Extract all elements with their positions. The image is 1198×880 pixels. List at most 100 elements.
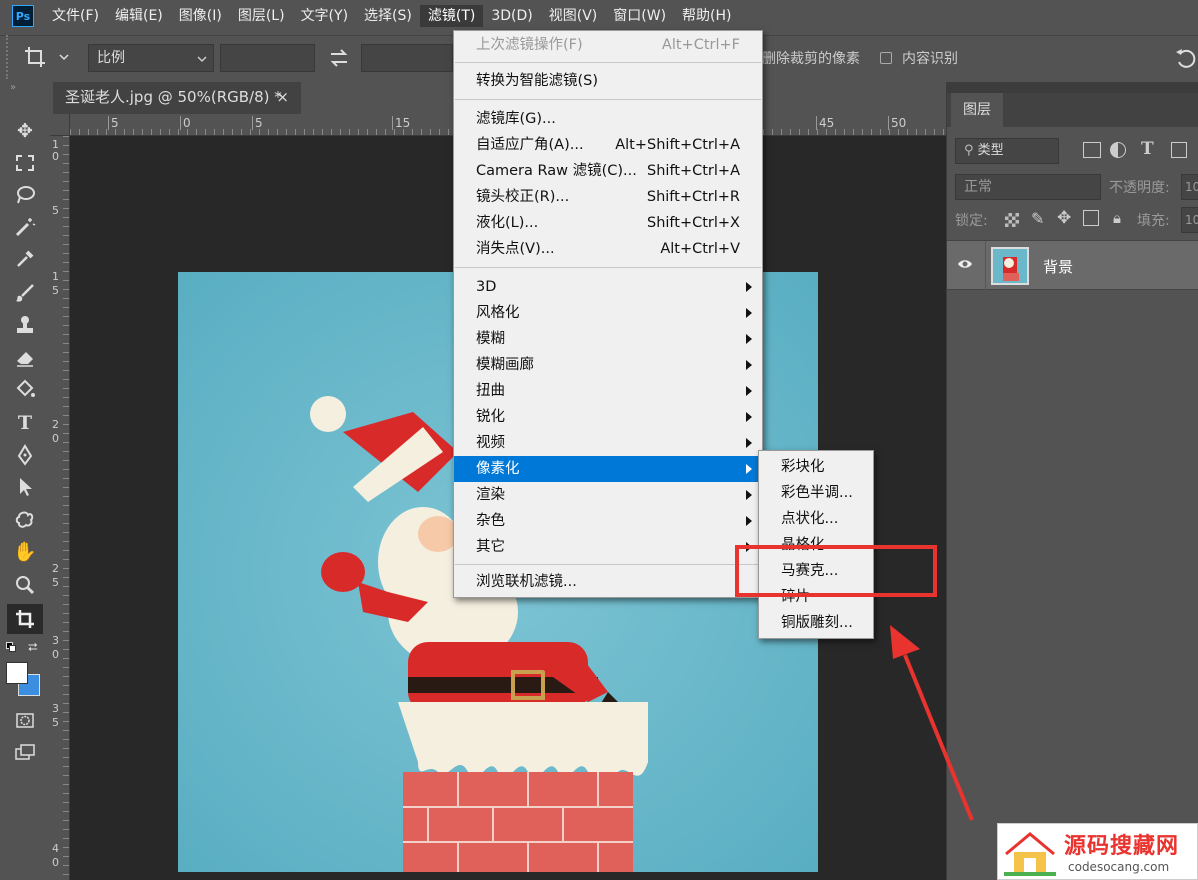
menu-item-vanishing-point[interactable]: 消失点(V)... Alt+Ctrl+V: [454, 236, 762, 262]
ruler-tick: 2: [52, 562, 59, 575]
hand-tool-icon[interactable]: ✋: [12, 538, 38, 564]
lock-position-icon[interactable]: ✥: [1057, 208, 1071, 228]
lock-brush-icon[interactable]: ✎: [1031, 209, 1044, 228]
menu-item-browse-filters-online[interactable]: 浏览联机滤镜...: [454, 569, 762, 595]
menu-layer[interactable]: 图层(L): [230, 5, 293, 27]
screen-mode-icon[interactable]: [12, 739, 38, 765]
submenu-item-pointillize[interactable]: 点状化...: [759, 506, 873, 532]
reset-icon[interactable]: [1174, 46, 1198, 70]
menu-item-other[interactable]: 其它: [454, 534, 762, 560]
filter-pixel-icon[interactable]: [1083, 142, 1101, 158]
menu-item-shortcut: Shift+Ctrl+X: [647, 215, 740, 231]
content-aware-checkbox[interactable]: [880, 52, 892, 64]
menu-image[interactable]: 图像(I): [171, 5, 230, 27]
crop-tool-icon[interactable]: [7, 604, 43, 634]
menu-item-last-filter[interactable]: 上次滤镜操作(F) Alt+Ctrl+F: [454, 32, 762, 58]
menu-item-shortcut: Shift+Ctrl+A: [647, 163, 740, 179]
submenu-item-facet[interactable]: 彩块化: [759, 454, 873, 480]
type-tool-icon[interactable]: T: [12, 410, 38, 436]
ruler-tick: 15: [392, 116, 410, 130]
pen-tool-icon[interactable]: [12, 442, 38, 468]
ruler-tick: 5: [52, 204, 59, 217]
menu-item-liquify[interactable]: 液化(L)... Shift+Ctrl+X: [454, 210, 762, 236]
menu-item-video[interactable]: 视频: [454, 430, 762, 456]
menu-help[interactable]: 帮助(H): [674, 5, 739, 27]
eraser-tool-icon[interactable]: [12, 344, 38, 370]
menu-item-lens-correction[interactable]: 镜头校正(R)... Shift+Ctrl+R: [454, 184, 762, 210]
fill-input[interactable]: 10: [1181, 207, 1198, 233]
submenu-arrow-icon: [746, 360, 752, 370]
close-tab-icon[interactable]: ×: [276, 82, 289, 112]
filter-adjustment-icon[interactable]: [1110, 142, 1126, 158]
submenu-arrow-icon: [746, 464, 752, 474]
height-input[interactable]: [361, 44, 453, 72]
eyedropper-tool-icon[interactable]: [12, 246, 38, 272]
menu-item-blur[interactable]: 模糊: [454, 326, 762, 352]
width-input[interactable]: [220, 44, 315, 72]
menu-item-label: 液化(L)...: [476, 215, 539, 231]
menu-item-distort[interactable]: 扭曲: [454, 378, 762, 404]
menu-item-stylize[interactable]: 风格化: [454, 300, 762, 326]
content-aware-label[interactable]: 内容识别: [902, 48, 958, 68]
menu-item-convert-smart-filter[interactable]: 转换为智能滤镜(S): [454, 68, 762, 94]
submenu-item-mezzotint[interactable]: 铜版雕刻...: [759, 610, 873, 636]
ratio-select[interactable]: 比例: [88, 44, 214, 72]
brush-tool-icon[interactable]: [12, 280, 38, 306]
eye-icon[interactable]: [957, 258, 973, 274]
delete-cropped-pixels-label[interactable]: 删除裁剪的像素: [762, 48, 860, 68]
marquee-tool-icon[interactable]: [12, 150, 38, 176]
quick-mask-icon[interactable]: [12, 707, 38, 733]
menu-item-render[interactable]: 渲染: [454, 482, 762, 508]
lock-artboard-icon[interactable]: [1083, 210, 1099, 226]
toolbar-collapse-icon[interactable]: »: [10, 82, 16, 93]
lock-transparent-icon[interactable]: [1005, 213, 1019, 227]
blend-mode-select[interactable]: 正常: [955, 174, 1101, 200]
swap-colors-icon[interactable]: ⮂: [28, 640, 38, 655]
menu-type[interactable]: 文字(Y): [293, 5, 356, 27]
submenu-item-color-halftone[interactable]: 彩色半调...: [759, 480, 873, 506]
menu-3d[interactable]: 3D(D): [483, 5, 540, 27]
menu-item-camera-raw[interactable]: Camera Raw 滤镜(C)... Shift+Ctrl+A: [454, 158, 762, 184]
layer-row[interactable]: 背景: [947, 240, 1198, 291]
ruler-tick: 5: [52, 576, 59, 589]
zoom-tool-icon[interactable]: [12, 572, 38, 598]
menu-select[interactable]: 选择(S): [356, 5, 420, 27]
menu-view[interactable]: 视图(V): [541, 5, 606, 27]
menu-item-blur-gallery[interactable]: 模糊画廊: [454, 352, 762, 378]
menu-item-label: 风格化: [476, 305, 520, 321]
magic-wand-tool-icon[interactable]: [12, 214, 38, 240]
lasso-tool-icon[interactable]: [12, 182, 38, 208]
menu-item-label: 转换为智能滤镜(S): [476, 73, 599, 89]
path-selection-tool-icon[interactable]: [12, 474, 38, 500]
filter-type-icon[interactable]: T: [1141, 139, 1154, 159]
move-tool-icon[interactable]: ✥: [12, 118, 38, 144]
layer-filter-select[interactable]: ⚲ 类型: [955, 138, 1059, 164]
menu-item-filter-gallery[interactable]: 滤镜库(G)...: [454, 106, 762, 132]
menu-edit[interactable]: 编辑(E): [107, 5, 171, 27]
tab-layers[interactable]: 图层: [951, 93, 1003, 127]
menu-file[interactable]: 文件(F): [44, 5, 107, 27]
menu-item-3d[interactable]: 3D: [454, 274, 762, 300]
menu-item-adaptive-wide-angle[interactable]: 自适应广角(A)... Alt+Shift+Ctrl+A: [454, 132, 762, 158]
vertical-ruler[interactable]: 1 0 5 1 5 2 0 2 5 3 0 3 5 4 0: [50, 136, 70, 880]
document-tab-title: 圣诞老人.jpg @ 50%(RGB/8) *: [65, 88, 282, 106]
document-tab[interactable]: 圣诞老人.jpg @ 50%(RGB/8) * ×: [53, 82, 301, 114]
swap-icon[interactable]: [328, 48, 350, 68]
menu-item-sharpen[interactable]: 锐化: [454, 404, 762, 430]
foreground-color-swatch[interactable]: [6, 662, 28, 684]
menu-window[interactable]: 窗口(W): [605, 5, 674, 27]
opacity-input[interactable]: 10: [1181, 174, 1198, 200]
lock-all-icon[interactable]: 🔒︎: [1113, 209, 1121, 227]
menu-filter[interactable]: 滤镜(T): [419, 5, 484, 27]
filter-shape-icon[interactable]: [1171, 142, 1187, 158]
stamp-tool-icon[interactable]: [12, 312, 38, 338]
menu-item-noise[interactable]: 杂色: [454, 508, 762, 534]
layer-name[interactable]: 背景: [1043, 256, 1073, 277]
menu-item-shortcut: Alt+Ctrl+F: [661, 37, 740, 53]
paint-bucket-tool-icon[interactable]: [12, 376, 38, 402]
custom-shape-tool-icon[interactable]: [12, 506, 38, 532]
ruler-origin[interactable]: [50, 114, 70, 136]
crop-tool-preset-icon[interactable]: [22, 44, 70, 70]
menu-item-pixelate[interactable]: 像素化: [454, 456, 762, 482]
default-colors-icon[interactable]: [6, 642, 16, 652]
